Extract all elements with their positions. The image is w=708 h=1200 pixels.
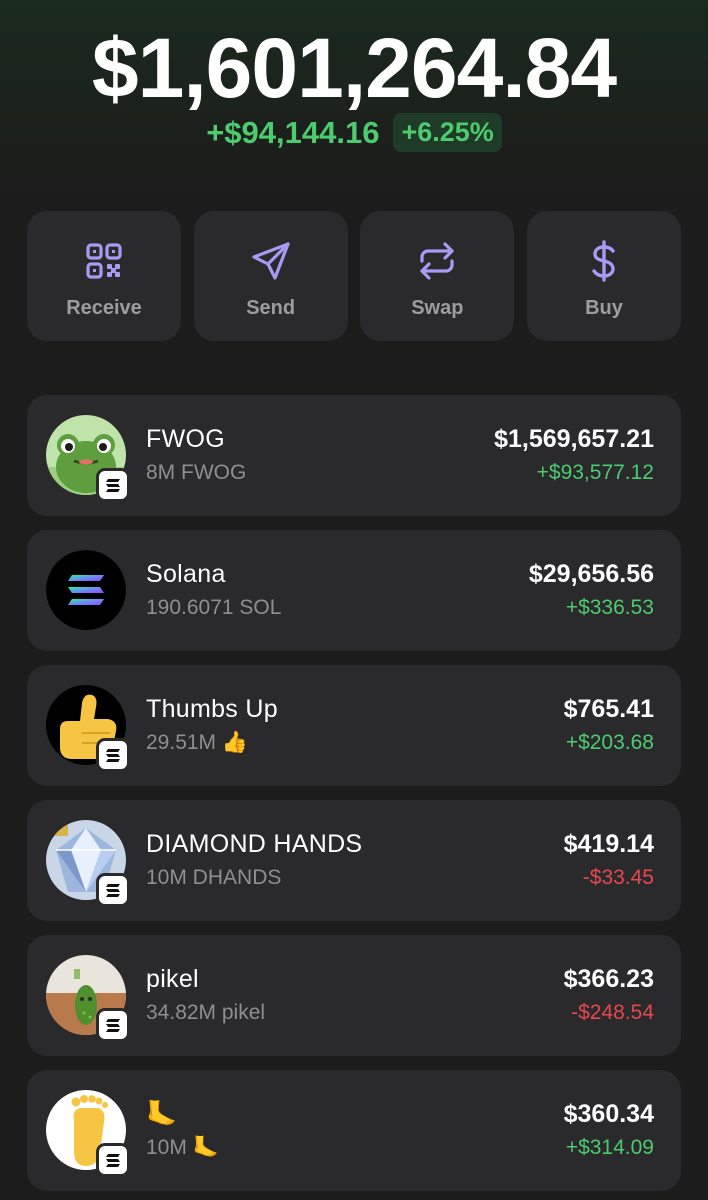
swap-label: Swap (411, 297, 464, 319)
portfolio-change-percent-badge: +6.25% (393, 113, 502, 152)
token-change: +$336.53 (565, 596, 654, 619)
token-value: $1,569,657.21 (494, 425, 654, 453)
portfolio-change-amount: +$94,144.16 (206, 114, 380, 150)
token-value: $765.41 (563, 695, 654, 723)
solana-chain-badge (96, 1008, 130, 1042)
token-change: +$314.09 (565, 1136, 654, 1159)
solana-chain-badge (96, 738, 130, 772)
token-row-pikel[interactable]: pikel 34.82M pikel $366.23 -$248.54 (27, 935, 681, 1056)
token-value: $366.23 (563, 965, 654, 993)
token-amount: 190.6071 SOL (146, 596, 282, 619)
receive-label: Receive (66, 297, 142, 319)
token-name: 🦶 (146, 1100, 178, 1128)
swap-button[interactable]: Swap (360, 211, 515, 341)
token-change: +$93,577.12 (536, 461, 654, 484)
solana-chain-badge (96, 1143, 130, 1177)
token-amount: 10M DHANDS (146, 866, 282, 889)
solana-chain-badge (96, 873, 130, 907)
token-row-solana[interactable]: Solana 190.6071 SOL $29,656.56 +$336.53 (27, 530, 681, 651)
qr-code-icon (82, 239, 126, 283)
receive-button[interactable]: Receive (27, 211, 181, 341)
swap-icon (415, 239, 459, 283)
send-icon (249, 239, 293, 283)
portfolio-balance: $1,601,264.84 (91, 21, 617, 115)
token-change: -$33.45 (582, 866, 654, 889)
token-name: Solana (146, 560, 226, 588)
token-value: $360.34 (563, 1100, 654, 1128)
token-row-diamond-hands[interactable]: DIAMOND HANDS 10M DHANDS $419.14 -$33.45 (27, 800, 681, 921)
token-change: +$203.68 (565, 731, 654, 754)
token-row-thumbs-up[interactable]: Thumbs Up 29.51M 👍 $765.41 +$203.68 (27, 665, 681, 786)
token-name: FWOG (146, 425, 225, 453)
send-button[interactable]: Send (193, 211, 348, 341)
action-bar: Receive Send Swap Buy (27, 211, 681, 341)
dollar-icon (582, 239, 626, 283)
solana-logo (46, 550, 126, 630)
token-change: -$248.54 (571, 1001, 654, 1024)
token-amount: 10M 🦶 (146, 1136, 219, 1159)
token-value: $419.14 (563, 830, 654, 858)
buy-label: Buy (585, 297, 623, 319)
token-row-fwog[interactable]: FWOG 8M FWOG $1,569,657.21 +$93,577.12 (27, 395, 681, 516)
token-name: Thumbs Up (146, 695, 278, 723)
token-name: pikel (146, 965, 199, 993)
token-row-foot[interactable]: 🦶 10M 🦶 $360.34 +$314.09 (27, 1070, 681, 1191)
send-label: Send (246, 297, 296, 319)
solana-chain-badge (96, 468, 130, 502)
token-amount: 34.82M pikel (146, 1001, 266, 1024)
portfolio-change: +$94,144.16 +6.25% (0, 113, 708, 152)
token-value: $29,656.56 (528, 560, 654, 588)
token-amount: 29.51M 👍 (146, 731, 249, 754)
token-name: DIAMOND HANDS (146, 830, 363, 858)
token-amount: 8M FWOG (146, 461, 247, 484)
buy-button[interactable]: Buy (526, 211, 681, 341)
